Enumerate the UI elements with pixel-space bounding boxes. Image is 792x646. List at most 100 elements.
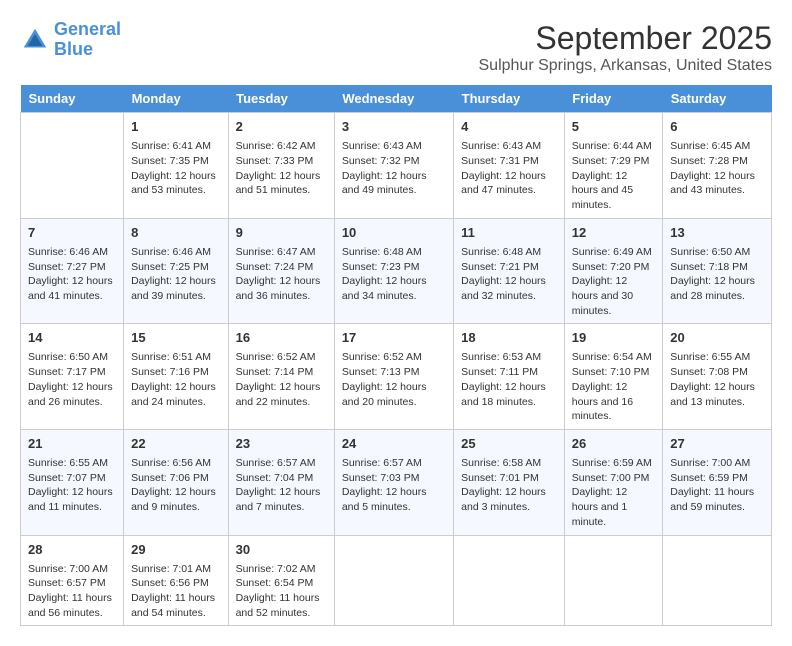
day-info: Sunrise: 6:44 AMSunset: 7:29 PMDaylight:…: [572, 139, 655, 212]
calendar-cell: 2 Sunrise: 6:42 AMSunset: 7:33 PMDayligh…: [228, 113, 334, 219]
col-tuesday: Tuesday: [228, 85, 334, 113]
calendar-cell: 21 Sunrise: 6:55 AMSunset: 7:07 PMDaylig…: [21, 429, 124, 535]
calendar-week-3: 14 Sunrise: 6:50 AMSunset: 7:17 PMDaylig…: [21, 324, 772, 430]
calendar-cell: 13 Sunrise: 6:50 AMSunset: 7:18 PMDaylig…: [663, 218, 772, 324]
day-number: 12: [572, 224, 655, 242]
day-info: Sunrise: 6:46 AMSunset: 7:27 PMDaylight:…: [28, 245, 116, 304]
logo: General Blue: [20, 20, 121, 60]
calendar-cell: [663, 535, 772, 626]
header-row: Sunday Monday Tuesday Wednesday Thursday…: [21, 85, 772, 113]
day-number: 27: [670, 435, 764, 453]
calendar-cell: 26 Sunrise: 6:59 AMSunset: 7:00 PMDaylig…: [564, 429, 662, 535]
calendar-cell: 22 Sunrise: 6:56 AMSunset: 7:06 PMDaylig…: [124, 429, 229, 535]
day-number: 17: [342, 329, 446, 347]
logo-line2: Blue: [54, 39, 93, 59]
day-info: Sunrise: 6:49 AMSunset: 7:20 PMDaylight:…: [572, 245, 655, 318]
calendar-week-2: 7 Sunrise: 6:46 AMSunset: 7:27 PMDayligh…: [21, 218, 772, 324]
logo-text: General Blue: [54, 20, 121, 60]
day-number: 16: [236, 329, 327, 347]
day-info: Sunrise: 6:57 AMSunset: 7:04 PMDaylight:…: [236, 456, 327, 515]
day-number: 25: [461, 435, 557, 453]
day-info: Sunrise: 6:41 AMSunset: 7:35 PMDaylight:…: [131, 139, 221, 198]
col-thursday: Thursday: [454, 85, 565, 113]
day-number: 1: [131, 118, 221, 136]
calendar-cell: 29 Sunrise: 7:01 AMSunset: 6:56 PMDaylig…: [124, 535, 229, 626]
logo-icon: [20, 25, 50, 55]
calendar-table: Sunday Monday Tuesday Wednesday Thursday…: [20, 85, 772, 626]
day-number: 24: [342, 435, 446, 453]
day-info: Sunrise: 6:52 AMSunset: 7:14 PMDaylight:…: [236, 350, 327, 409]
day-number: 9: [236, 224, 327, 242]
calendar-cell: [454, 535, 565, 626]
day-number: 19: [572, 329, 655, 347]
day-number: 23: [236, 435, 327, 453]
day-number: 29: [131, 541, 221, 559]
day-info: Sunrise: 6:57 AMSunset: 7:03 PMDaylight:…: [342, 456, 446, 515]
calendar-cell: 24 Sunrise: 6:57 AMSunset: 7:03 PMDaylig…: [334, 429, 453, 535]
day-info: Sunrise: 6:45 AMSunset: 7:28 PMDaylight:…: [670, 139, 764, 198]
day-number: 4: [461, 118, 557, 136]
day-info: Sunrise: 6:55 AMSunset: 7:07 PMDaylight:…: [28, 456, 116, 515]
day-number: 3: [342, 118, 446, 136]
calendar-cell: 10 Sunrise: 6:48 AMSunset: 7:23 PMDaylig…: [334, 218, 453, 324]
day-info: Sunrise: 6:53 AMSunset: 7:11 PMDaylight:…: [461, 350, 557, 409]
calendar-cell: 11 Sunrise: 6:48 AMSunset: 7:21 PMDaylig…: [454, 218, 565, 324]
day-info: Sunrise: 6:46 AMSunset: 7:25 PMDaylight:…: [131, 245, 221, 304]
calendar-cell: 19 Sunrise: 6:54 AMSunset: 7:10 PMDaylig…: [564, 324, 662, 430]
calendar-cell: 9 Sunrise: 6:47 AMSunset: 7:24 PMDayligh…: [228, 218, 334, 324]
header: General Blue September 2025 Sulphur Spri…: [20, 20, 772, 75]
day-info: Sunrise: 6:56 AMSunset: 7:06 PMDaylight:…: [131, 456, 221, 515]
day-info: Sunrise: 6:43 AMSunset: 7:32 PMDaylight:…: [342, 139, 446, 198]
day-info: Sunrise: 6:58 AMSunset: 7:01 PMDaylight:…: [461, 456, 557, 515]
logo-line1: General: [54, 19, 121, 39]
day-number: 14: [28, 329, 116, 347]
day-number: 6: [670, 118, 764, 136]
day-info: Sunrise: 6:47 AMSunset: 7:24 PMDaylight:…: [236, 245, 327, 304]
calendar-cell: [564, 535, 662, 626]
main-title: September 2025: [479, 20, 773, 57]
day-number: 8: [131, 224, 221, 242]
day-number: 21: [28, 435, 116, 453]
day-number: 13: [670, 224, 764, 242]
calendar-cell: 28 Sunrise: 7:00 AMSunset: 6:57 PMDaylig…: [21, 535, 124, 626]
day-number: 10: [342, 224, 446, 242]
day-info: Sunrise: 7:00 AMSunset: 6:59 PMDaylight:…: [670, 456, 764, 515]
calendar-week-1: 1 Sunrise: 6:41 AMSunset: 7:35 PMDayligh…: [21, 113, 772, 219]
calendar-cell: 14 Sunrise: 6:50 AMSunset: 7:17 PMDaylig…: [21, 324, 124, 430]
calendar-cell: 18 Sunrise: 6:53 AMSunset: 7:11 PMDaylig…: [454, 324, 565, 430]
calendar-cell: 16 Sunrise: 6:52 AMSunset: 7:14 PMDaylig…: [228, 324, 334, 430]
day-number: 26: [572, 435, 655, 453]
day-info: Sunrise: 6:42 AMSunset: 7:33 PMDaylight:…: [236, 139, 327, 198]
day-info: Sunrise: 6:52 AMSunset: 7:13 PMDaylight:…: [342, 350, 446, 409]
calendar-cell: 15 Sunrise: 6:51 AMSunset: 7:16 PMDaylig…: [124, 324, 229, 430]
title-block: September 2025 Sulphur Springs, Arkansas…: [479, 20, 773, 75]
day-info: Sunrise: 6:48 AMSunset: 7:21 PMDaylight:…: [461, 245, 557, 304]
day-number: 2: [236, 118, 327, 136]
day-number: 11: [461, 224, 557, 242]
day-info: Sunrise: 6:59 AMSunset: 7:00 PMDaylight:…: [572, 456, 655, 529]
calendar-cell: [21, 113, 124, 219]
day-number: 7: [28, 224, 116, 242]
calendar-cell: 8 Sunrise: 6:46 AMSunset: 7:25 PMDayligh…: [124, 218, 229, 324]
col-wednesday: Wednesday: [334, 85, 453, 113]
day-info: Sunrise: 6:55 AMSunset: 7:08 PMDaylight:…: [670, 350, 764, 409]
calendar-cell: 23 Sunrise: 6:57 AMSunset: 7:04 PMDaylig…: [228, 429, 334, 535]
calendar-cell: 7 Sunrise: 6:46 AMSunset: 7:27 PMDayligh…: [21, 218, 124, 324]
calendar-cell: [334, 535, 453, 626]
subtitle: Sulphur Springs, Arkansas, United States: [479, 57, 773, 75]
day-info: Sunrise: 6:54 AMSunset: 7:10 PMDaylight:…: [572, 350, 655, 423]
calendar-cell: 27 Sunrise: 7:00 AMSunset: 6:59 PMDaylig…: [663, 429, 772, 535]
calendar-cell: 17 Sunrise: 6:52 AMSunset: 7:13 PMDaylig…: [334, 324, 453, 430]
calendar-cell: 5 Sunrise: 6:44 AMSunset: 7:29 PMDayligh…: [564, 113, 662, 219]
calendar-cell: 6 Sunrise: 6:45 AMSunset: 7:28 PMDayligh…: [663, 113, 772, 219]
calendar-cell: 20 Sunrise: 6:55 AMSunset: 7:08 PMDaylig…: [663, 324, 772, 430]
calendar-cell: 12 Sunrise: 6:49 AMSunset: 7:20 PMDaylig…: [564, 218, 662, 324]
day-info: Sunrise: 6:50 AMSunset: 7:17 PMDaylight:…: [28, 350, 116, 409]
col-sunday: Sunday: [21, 85, 124, 113]
day-number: 18: [461, 329, 557, 347]
day-number: 28: [28, 541, 116, 559]
day-number: 22: [131, 435, 221, 453]
page-container: General Blue September 2025 Sulphur Spri…: [20, 20, 772, 626]
day-number: 5: [572, 118, 655, 136]
day-number: 20: [670, 329, 764, 347]
